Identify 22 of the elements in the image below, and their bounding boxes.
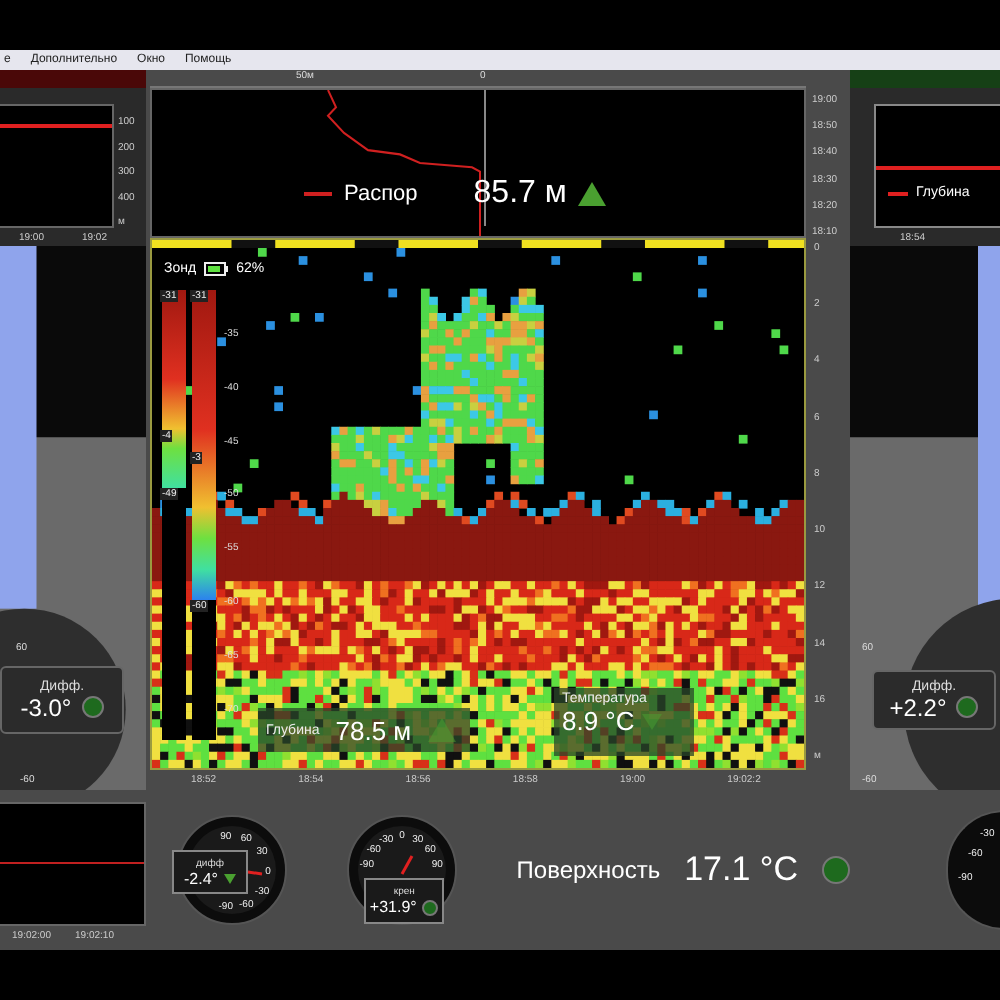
status-icon	[422, 899, 439, 915]
depth-value: 78.5 м	[335, 715, 412, 745]
trend-line	[0, 862, 144, 866]
status-icon	[223, 873, 236, 883]
trend-icon	[578, 182, 607, 206]
battery-icon	[204, 262, 229, 276]
trend-icon	[427, 718, 456, 742]
legend-line	[304, 192, 332, 196]
surface-label: Поверхность	[516, 856, 661, 884]
legend-label: Распор	[344, 182, 418, 206]
diff-value: -3.0°	[20, 693, 72, 721]
temperature-value: 8.9 °C	[562, 706, 635, 736]
gauge-value: -2.4°	[184, 869, 218, 887]
status-icon	[81, 696, 104, 718]
surface-temperature: 17.1 °C	[684, 850, 798, 890]
status-icon	[956, 696, 979, 718]
depth-line	[876, 164, 1000, 172]
status-icon	[821, 856, 850, 884]
trend-icon	[642, 713, 663, 729]
gauge-value: +31.9°	[369, 898, 417, 916]
depth-line	[0, 120, 112, 132]
diff-value: +2.2°	[889, 693, 947, 721]
